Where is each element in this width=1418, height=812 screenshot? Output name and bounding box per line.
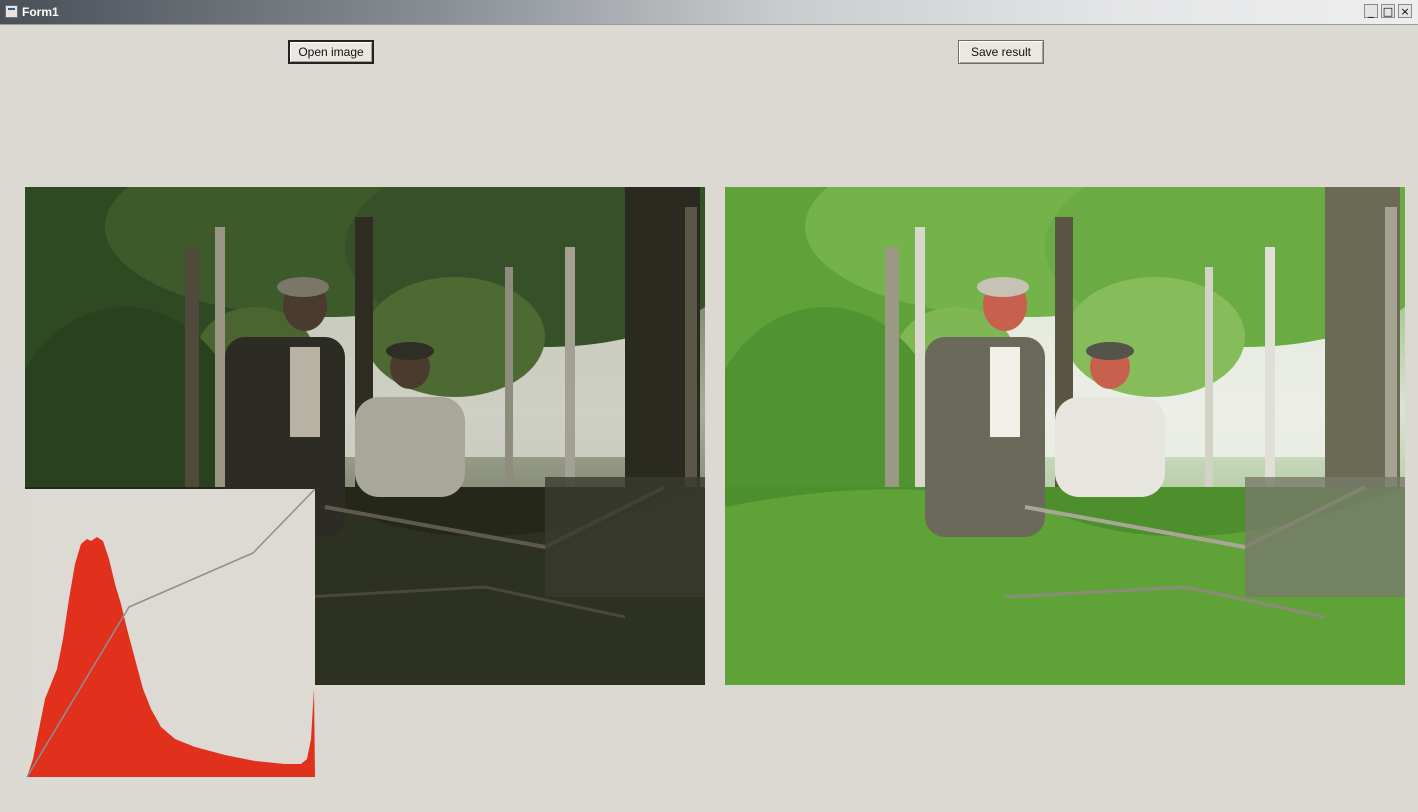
histogram-fill <box>27 537 315 777</box>
open-image-button[interactable]: Open image <box>288 40 374 64</box>
title-bar: Form1 _ □ × <box>0 0 1418 25</box>
histogram-panel <box>25 489 315 779</box>
result-image <box>725 187 1405 685</box>
maximize-button[interactable]: □ <box>1381 4 1395 18</box>
minimize-button[interactable]: _ <box>1364 4 1378 18</box>
window-title: Form1 <box>22 5 59 19</box>
save-result-button[interactable]: Save result <box>958 40 1044 64</box>
close-button[interactable]: × <box>1398 4 1412 18</box>
app-icon <box>5 5 18 18</box>
